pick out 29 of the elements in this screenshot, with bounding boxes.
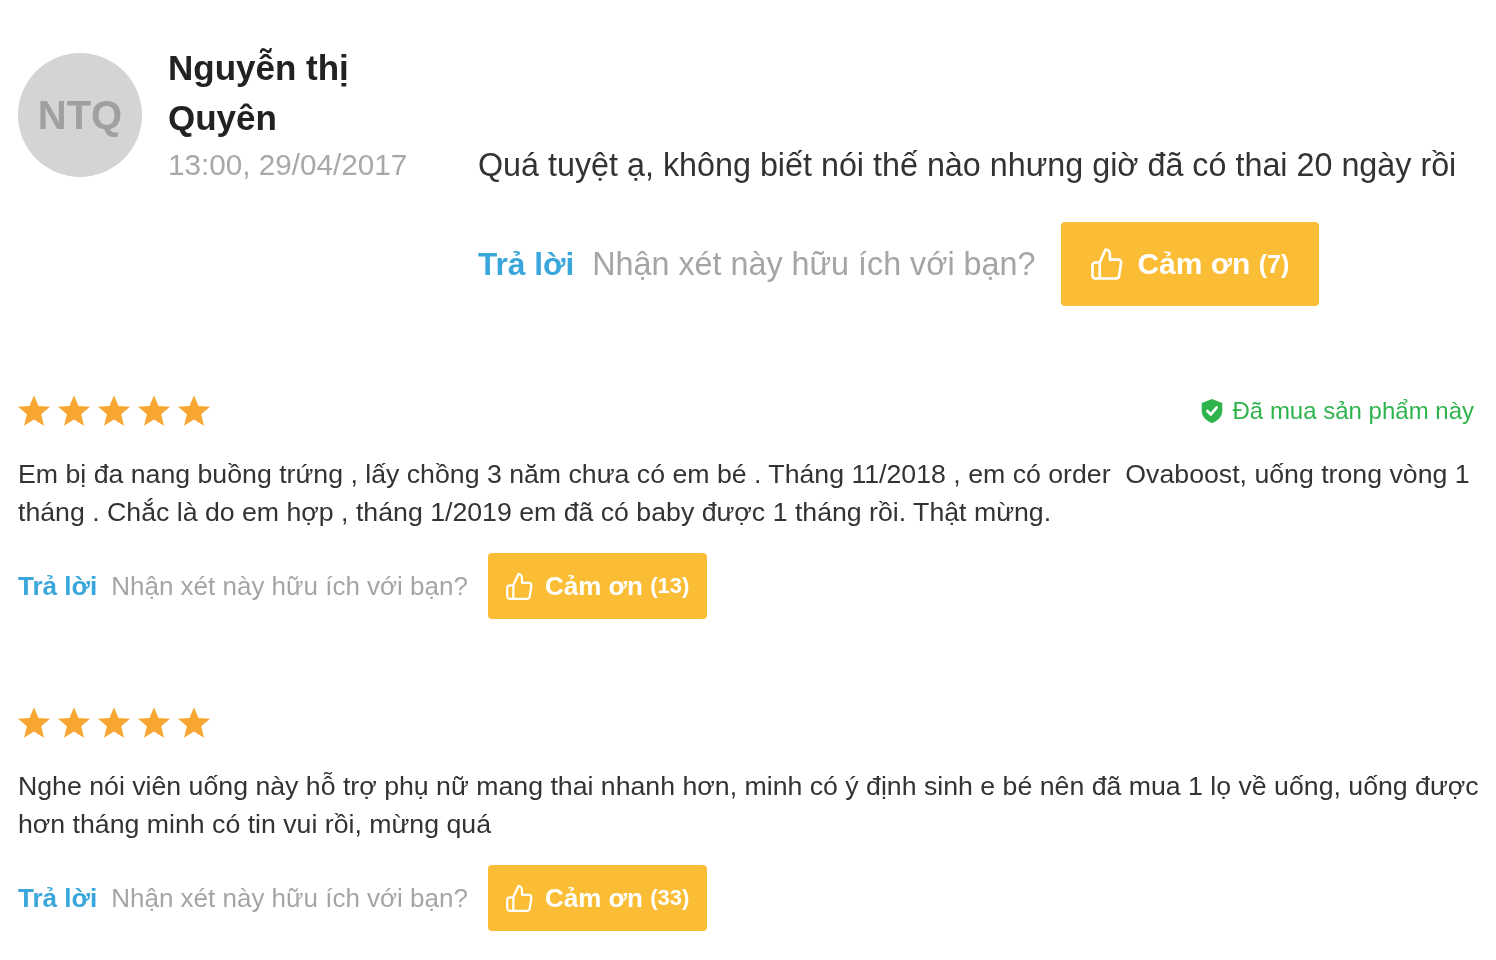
thumbs-up-icon (1091, 247, 1124, 281)
thumbs-up-icon (505, 571, 533, 601)
reply-link[interactable]: Trả lời (18, 882, 98, 914)
star-icon (58, 395, 90, 426)
author-name: Nguyễn thị Quyên (168, 47, 350, 139)
review-text: Em bị đa nang buồng trứng , lấy chồng 3 năm chưa có em bé . Tháng 11/2018 , em có order Ovaboost, uống trong vòng 1 tháng . Chắc là do em hợp , tháng 1/2019 em đã có baby được 1 tháng rồi. Thật mừng. (18, 458, 1471, 529)
star-icon (138, 395, 170, 426)
verified-purchase-label: Đã mua sản phẩm này (1232, 396, 1474, 425)
helpful-prompt: Nhận xét này hữu ích với bạn? (111, 882, 468, 914)
thanks-button[interactable]: Cảm ơn (7) (1061, 222, 1320, 306)
helpful-prompt: Nhận xét này hữu ích với bạn? (111, 570, 468, 602)
star-icon (18, 707, 50, 738)
thumbs-up-icon (505, 883, 533, 913)
star-icon (98, 707, 130, 738)
helpful-prompt: Nhận xét này hữu ích với bạn? (592, 245, 1036, 283)
star-icon (98, 395, 130, 426)
star-icon (18, 395, 50, 426)
star-icon (178, 395, 210, 426)
star-icon (138, 707, 170, 738)
comment-text: Quá tuyệt ạ, không biết nói thế nào nhưng giờ đã có thai 20 ngày rồi (478, 146, 1458, 185)
thanks-button[interactable]: Cảm ơn (33) (487, 865, 708, 931)
review-text: Nghe nói viên uống này hỗ trợ phụ nữ mang thai nhanh hơn, minh có ý định sinh e bé nên đã mua 1 lọ về uống, uống được hơn tháng minh có tin vui rồi, mừng quá (18, 770, 1480, 841)
star-icon (178, 707, 210, 738)
reply-link[interactable]: Trả lời (18, 570, 98, 602)
star-icon (58, 707, 90, 738)
comment-time: 13:00, 29/04/2017 (168, 147, 409, 183)
thanks-button[interactable]: Cảm ơn (13) (487, 553, 708, 619)
shield-check-icon (1200, 398, 1223, 423)
reply-link[interactable]: Trả lời (478, 245, 575, 283)
